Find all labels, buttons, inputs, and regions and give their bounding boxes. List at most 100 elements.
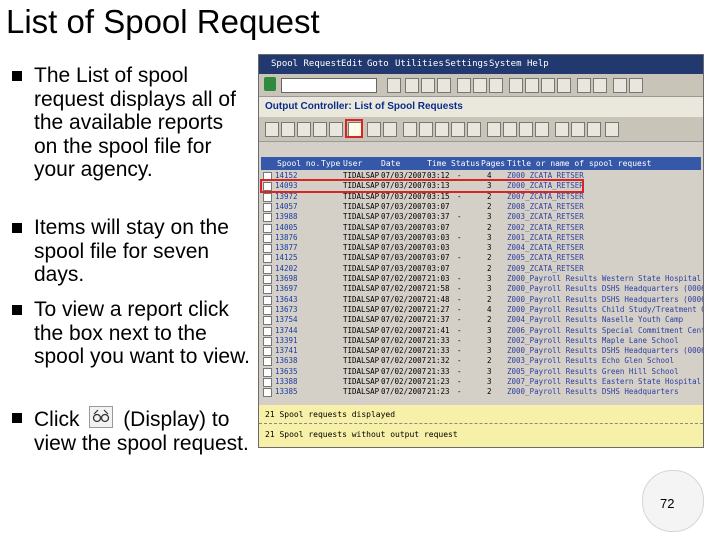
export-icon[interactable] xyxy=(555,122,569,137)
table-row[interactable]: 13391 TIDALSAP 07/02/2007 21:33- 3 Z002_Payro… xyxy=(261,336,701,346)
row-select-checkbox[interactable] xyxy=(263,357,272,367)
select-all-icon[interactable] xyxy=(571,122,585,137)
table-row[interactable]: 13638 TIDALSAP 07/02/2007 21:32- 2 Z003_Payro… xyxy=(261,356,701,367)
col-user[interactable]: User xyxy=(343,159,362,168)
sort-ascending-icon[interactable] xyxy=(487,122,501,137)
row-select-checkbox[interactable] xyxy=(263,223,272,233)
menu-system[interactable]: System xyxy=(489,59,522,69)
col-time[interactable]: Time xyxy=(427,159,446,168)
table-row[interactable]: 13877 TIDALSAP 07/03/2007 03:03 3 Z004_ZCATA_… xyxy=(261,243,701,254)
col-spool-no[interactable]: Spool no. xyxy=(277,159,320,168)
menu-goto[interactable]: Goto xyxy=(367,59,389,69)
menu-help[interactable]: Help xyxy=(527,59,549,69)
prev-page-icon[interactable] xyxy=(525,78,539,93)
info-icon[interactable] xyxy=(605,122,619,137)
command-field[interactable] xyxy=(281,78,377,93)
table-row[interactable]: 13988 TIDALSAP 07/03/2007 03:37- 3 Z003_ZCATA… xyxy=(261,212,701,223)
shortcut-icon[interactable] xyxy=(593,78,607,93)
print-icon[interactable] xyxy=(457,78,471,93)
row-select-checkbox[interactable] xyxy=(263,244,272,254)
row-select-checkbox[interactable] xyxy=(263,202,272,212)
new-session-icon[interactable] xyxy=(577,78,591,93)
find-list-icon[interactable] xyxy=(403,122,417,137)
row-select-checkbox[interactable] xyxy=(263,347,272,357)
refresh-icon[interactable] xyxy=(265,122,279,137)
row-select-checkbox[interactable] xyxy=(263,275,272,284)
table-row[interactable]: 13698 TIDALSAP 07/02/2007 21:03- 3 Z000_Payro… xyxy=(261,274,701,284)
help-icon[interactable] xyxy=(613,78,627,93)
layout-icon[interactable] xyxy=(629,78,643,93)
attributes-icon[interactable] xyxy=(329,122,343,137)
table-row[interactable]: 13673 TIDALSAP 07/02/2007 21:27- 4 Z000_Payro… xyxy=(261,305,703,315)
overview-icon[interactable] xyxy=(383,122,397,137)
col-title[interactable]: Title or name of spool request xyxy=(507,159,652,168)
first-page-icon[interactable] xyxy=(509,78,523,93)
row-select-checkbox[interactable] xyxy=(263,295,272,305)
menu-spool-request[interactable]: Spool Request xyxy=(271,59,341,69)
row-select-checkbox[interactable] xyxy=(263,305,272,315)
table-row[interactable]: 13643 TIDALSAP 07/02/2007 21:48- 2 Z000_Payro… xyxy=(261,294,703,305)
table-row[interactable]: 13388 TIDALSAP 07/02/2007 21:23- 3 Z007_Payro… xyxy=(261,377,701,387)
row-select-checkbox[interactable] xyxy=(263,336,272,346)
last-page-icon[interactable] xyxy=(557,78,571,93)
row-select-checkbox[interactable] xyxy=(263,285,272,295)
table-row[interactable]: 13697 TIDALSAP 07/02/2007 21:58- 3 Z000_Payro… xyxy=(261,284,703,295)
print-with-changes-icon[interactable] xyxy=(297,122,311,137)
sort-descending-icon[interactable] xyxy=(503,122,517,137)
cell-user: TIDALSAP xyxy=(343,294,380,304)
table-row[interactable]: 13385 TIDALSAP 07/02/2007 21:23- 2 Z000_Payro… xyxy=(261,387,701,398)
table-row[interactable]: 13744 TIDALSAP 07/02/2007 21:41- 3 Z006_Payro… xyxy=(261,326,703,336)
find-next-icon[interactable] xyxy=(489,78,503,93)
prev-list-icon[interactable] xyxy=(435,122,449,137)
delete-icon[interactable] xyxy=(313,122,327,137)
cell-date: 07/02/2007 xyxy=(381,274,427,283)
first-page-list-icon[interactable] xyxy=(419,122,433,137)
col-status[interactable]: Status xyxy=(451,159,480,168)
cell-time: 21:23 xyxy=(427,387,450,397)
display-settings-icon[interactable] xyxy=(367,122,381,137)
exit-icon[interactable] xyxy=(421,78,435,93)
col-pages[interactable]: Pages xyxy=(481,159,505,168)
row-select-checkbox[interactable] xyxy=(263,264,272,274)
filter-icon[interactable] xyxy=(519,122,533,137)
row-select-checkbox[interactable] xyxy=(263,326,272,336)
enter-check-icon[interactable] xyxy=(264,77,276,91)
col-type[interactable]: Type xyxy=(321,159,340,168)
table-row[interactable]: 14125 TIDALSAP 07/03/2007 03:07- 2 Z005_ZCATA… xyxy=(261,253,701,264)
next-list-icon[interactable] xyxy=(451,122,465,137)
table-row[interactable]: 14005 TIDALSAP 07/03/2007 03:07 2 Z002_ZCATA_… xyxy=(261,223,701,233)
table-row[interactable]: 13972 TIDALSAP 07/03/2007 03:15- 2 Z007_ZCATA… xyxy=(261,192,701,202)
table-row[interactable]: 14057 TIDALSAP 07/03/2007 03:07 2 Z008_ZCATA_… xyxy=(261,202,701,212)
total-icon[interactable] xyxy=(535,122,549,137)
cell-title: Z002_ZCATA_RETSER xyxy=(507,222,584,232)
table-row[interactable]: 13635 TIDALSAP 07/02/2007 21:33- 3 Z005_Payro… xyxy=(261,367,701,377)
find-icon[interactable] xyxy=(473,78,487,93)
cell-time: 03:07 xyxy=(427,201,450,211)
screen-title-bar: Output Controller: List of Spool Request… xyxy=(259,97,703,117)
row-select-checkbox[interactable] xyxy=(263,367,272,377)
row-select-checkbox[interactable] xyxy=(263,233,272,243)
col-date[interactable]: Date xyxy=(381,159,400,168)
table-row[interactable]: 14202 TIDALSAP 07/03/2007 03:07 2 Z009_ZCATA_… xyxy=(261,264,701,274)
menu-settings[interactable]: Settings xyxy=(445,59,488,69)
row-select-checkbox[interactable] xyxy=(263,213,272,223)
row-select-checkbox[interactable] xyxy=(263,316,272,326)
save-icon[interactable] xyxy=(387,78,401,93)
menu-edit[interactable]: Edit xyxy=(341,59,363,69)
print-direct-icon[interactable] xyxy=(281,122,295,137)
back-icon[interactable] xyxy=(405,78,419,93)
row-select-checkbox[interactable] xyxy=(263,378,272,387)
next-page-icon[interactable] xyxy=(541,78,555,93)
cell-status: - xyxy=(457,335,462,345)
menu-utilities[interactable]: Utilities xyxy=(395,59,444,69)
cell-time: 03:03 xyxy=(427,232,450,242)
table-row[interactable]: 13741 TIDALSAP 07/02/2007 21:33- 3 Z000_Payro… xyxy=(261,346,703,357)
last-list-icon[interactable] xyxy=(467,122,481,137)
table-row[interactable]: 13876 TIDALSAP 07/03/2007 03:03- 3 Z001_ZCATA… xyxy=(261,233,701,243)
cancel-icon[interactable] xyxy=(437,78,451,93)
deselect-all-icon[interactable] xyxy=(587,122,601,137)
table-row[interactable]: 13754 TIDALSAP 07/02/2007 21:37- 2 Z004_Payro… xyxy=(261,315,701,326)
row-select-checkbox[interactable] xyxy=(263,254,272,264)
row-select-checkbox[interactable] xyxy=(263,388,272,398)
row-select-checkbox[interactable] xyxy=(263,192,272,202)
